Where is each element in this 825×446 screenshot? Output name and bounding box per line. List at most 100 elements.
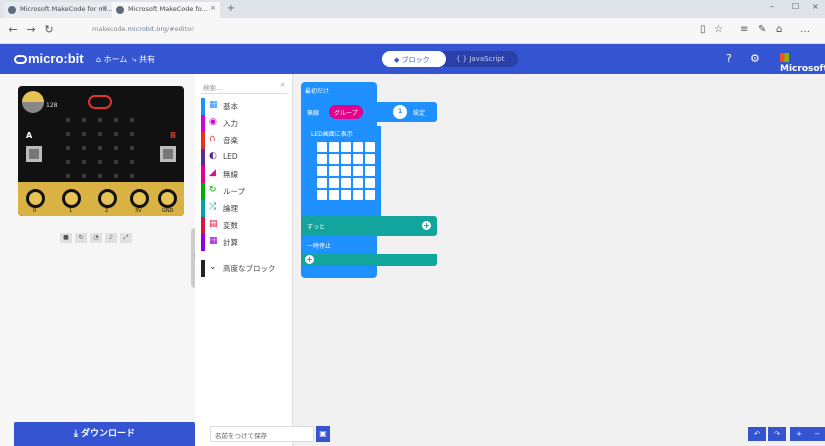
home-button[interactable]: ⌂ ホーム <box>96 54 127 65</box>
mute-icon[interactable]: ♪ <box>105 233 117 243</box>
on-start-label: 最初だけ <box>305 88 330 95</box>
toolbox-category-math[interactable]: ▦ 計算 <box>201 234 289 251</box>
list-icon: ▤ <box>209 219 218 229</box>
save-icon[interactable]: ▣ <box>316 426 330 442</box>
forever-block[interactable]: ずっと + <box>301 216 437 236</box>
radio-group-pill[interactable]: グループ <box>329 105 363 119</box>
board-logo <box>88 95 112 109</box>
close-tab-icon[interactable]: × <box>210 4 216 12</box>
microbit-logo[interactable]: micro:bit <box>14 51 84 66</box>
share-icon[interactable]: ⌂ <box>776 24 782 35</box>
share-button[interactable]: ⤷ 共有 <box>132 54 155 65</box>
led-editor-grid[interactable] <box>317 142 375 200</box>
show-leds-label: LED画面に表示 <box>311 131 353 138</box>
toolbox-category-led[interactable]: ◐ LED <box>201 149 289 166</box>
toolbox-category-radio[interactable]: ◢ 無線 <box>201 166 289 183</box>
add-icon[interactable]: + <box>422 221 431 230</box>
button-b[interactable] <box>160 146 176 162</box>
pause-label: 一時停止 <box>307 243 332 250</box>
fullscreen-icon[interactable]: ⤢ <box>120 233 132 243</box>
radio-group-value[interactable]: 1 <box>393 105 408 119</box>
project-name-input[interactable]: 名前をつけて保存 <box>210 426 314 442</box>
redo-icon[interactable]: ↷ <box>768 427 786 441</box>
more-icon[interactable]: … <box>800 24 810 35</box>
favicon-icon <box>116 6 124 14</box>
toolbox-category-logic[interactable]: ⤮ 論理 <box>201 200 289 217</box>
search-placeholder: 検索... <box>203 84 223 92</box>
loop-icon: ↻ <box>209 185 217 195</box>
pin-0[interactable] <box>26 189 45 208</box>
back-icon[interactable]: ← <box>6 23 20 37</box>
toolbox-category-input[interactable]: ◉ 入力 <box>201 115 289 132</box>
toolbox-category-basic[interactable]: ▦ 基本 <box>201 98 289 115</box>
blocks-workspace[interactable]: 最初だけ 無線 グループ 1 設定 LED画面に表示 ずっと + 一時停止 + <box>293 74 825 446</box>
radio-set-label: 設定 <box>413 110 426 117</box>
tab-title: Microsoft MakeCode for mi... <box>20 5 112 13</box>
pin-strip: 0 1 2 3V GND <box>18 182 184 216</box>
refresh-icon[interactable]: ↻ <box>42 23 56 37</box>
browser-tab[interactable]: Microsoft MakeCode for mi... × <box>4 2 112 18</box>
help-icon[interactable]: ? <box>726 52 732 65</box>
radio-label: 無線 <box>307 110 320 117</box>
simulator-controls: ■ ↻ ◔ ♪ ⤢ <box>60 232 135 243</box>
toolbox: 検索... ⌕ ▦ 基本 ◉ 入力 ∩ 音楽 ◐ LED ◢ 無線 ↻ ループ ⤮ 論理 ▤ 変… <box>195 74 293 446</box>
pin-label: 0 <box>33 208 37 214</box>
url-field[interactable]: makecode.microbit.org/#editor <box>92 25 194 33</box>
forward-icon[interactable]: → <box>24 23 38 37</box>
minimize-icon[interactable]: – <box>770 2 774 11</box>
pin-1[interactable] <box>62 189 81 208</box>
slowmo-icon[interactable]: ◔ <box>90 233 102 243</box>
blocks-tab[interactable]: ◆ ブロック <box>382 51 446 67</box>
notes-icon[interactable]: ✎ <box>758 24 766 35</box>
toolbox-category-loops[interactable]: ↻ ループ <box>201 183 289 200</box>
input-icon: ◉ <box>209 117 217 127</box>
shuffle-icon: ⤮ <box>209 202 217 212</box>
undo-icon[interactable]: ↶ <box>748 427 766 441</box>
close-tab-icon[interactable]: × <box>102 4 108 12</box>
favorite-star-icon[interactable]: ☆ <box>714 24 723 35</box>
browser-tab-bar: Microsoft MakeCode for mi... × Microsoft… <box>0 0 825 18</box>
search-icon[interactable]: ⌕ <box>281 80 285 90</box>
download-button[interactable]: ⤓ ダウンロード <box>14 422 195 446</box>
maximize-icon[interactable]: ☐ <box>792 2 799 11</box>
toolbox-category-advanced[interactable]: ⌄ 高度なブロック <box>201 260 289 277</box>
makecode-header: micro:bit ⌂ ホーム ⤷ 共有 ◆ ブロック { } JavaScri… <box>0 44 825 74</box>
calculator-icon: ▦ <box>209 236 218 246</box>
browser-tab-active[interactable]: Microsoft MakeCode fo... × <box>112 2 220 18</box>
stop-icon[interactable]: ■ <box>60 233 72 243</box>
led-matrix <box>66 118 136 178</box>
signal-icon: ◢ <box>209 168 216 178</box>
settings-gear-icon[interactable]: ⚙ <box>750 52 760 65</box>
pin-label: 2 <box>105 208 109 214</box>
microbit-board[interactable]: 128 A B 0 1 2 3V GND <box>18 86 184 216</box>
chevron-down-icon: ⌄ <box>209 262 217 272</box>
show-leds-block[interactable]: LED画面に表示 <box>307 126 381 216</box>
pin-label: GND <box>162 208 174 214</box>
zoom-out-icon[interactable]: − <box>808 427 825 441</box>
add-icon[interactable]: + <box>305 255 314 264</box>
simulator-pane: 128 A B 0 1 2 3V GND ■ ↻ ◔ ♪ ⤢ <box>0 74 195 446</box>
pin-3v[interactable] <box>130 189 149 208</box>
light-sensor-icon[interactable] <box>22 91 44 113</box>
toolbox-category-music[interactable]: ∩ 音楽 <box>201 132 289 149</box>
editor-toggle[interactable]: ◆ ブロック { } JavaScript <box>382 51 518 67</box>
pin-2[interactable] <box>98 189 117 208</box>
restart-icon[interactable]: ↻ <box>75 233 87 243</box>
forever-label: ずっと <box>307 224 326 231</box>
light-level: 128 <box>46 102 58 109</box>
reading-view-icon[interactable]: ▯ <box>700 24 706 35</box>
hub-icon[interactable]: ≡ <box>740 24 748 35</box>
microsoft-logo[interactable]: Microsoft <box>780 53 825 74</box>
button-a[interactable] <box>26 146 42 162</box>
toolbox-category-variables[interactable]: ▤ 変数 <box>201 217 289 234</box>
pause-block[interactable]: 一時停止 <box>301 236 365 254</box>
pin-label: 3V <box>135 208 142 214</box>
search-field[interactable]: 検索... ⌕ <box>201 80 287 94</box>
pin-gnd[interactable] <box>158 189 177 208</box>
radio-set-group-block[interactable]: 無線 グループ 1 設定 <box>301 102 437 122</box>
close-window-icon[interactable]: × <box>812 2 819 11</box>
forever-block-footer[interactable]: + <box>301 254 437 266</box>
new-tab-button[interactable]: + <box>224 3 238 16</box>
zoom-in-icon[interactable]: + <box>790 427 808 441</box>
javascript-tab[interactable]: { } JavaScript <box>456 55 504 63</box>
